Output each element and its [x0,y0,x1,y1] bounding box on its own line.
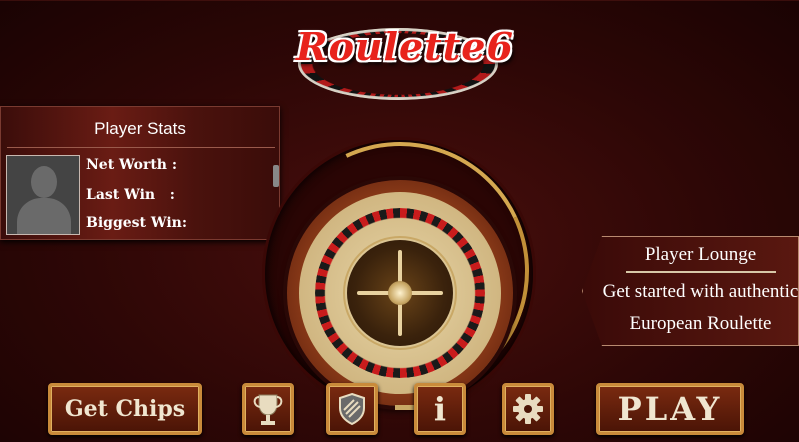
lounge-divider [626,271,776,273]
info-button[interactable]: i [414,383,466,435]
player-stats-panel[interactable]: Player Stats Net Worth : Last Win : Bigg… [0,106,280,240]
avatar[interactable] [6,155,80,235]
get-chips-button[interactable]: Get Chips [48,383,202,435]
roulette6-logo: Roulette6 [290,14,514,104]
leaderboard-button[interactable] [242,383,294,435]
avatar-head-icon [31,166,57,198]
player-lounge-title: Player Lounge [644,244,757,265]
player-stats-title: Player Stats [94,119,186,138]
get-chips-label: Get Chips [64,396,186,422]
wheel-turret-hub [388,281,412,305]
info-icon: i [433,390,447,428]
roulette-wheel [234,105,566,437]
settings-button[interactable] [502,383,554,435]
achievements-button[interactable] [326,383,378,435]
biggest-win-label: Biggest Win: [86,215,188,231]
lounge-description-line2: European Roulette [629,313,772,334]
logo-text: Roulette6 [296,24,514,69]
shield-icon [339,392,365,426]
avatar-body-icon [17,198,71,234]
top-border [0,0,799,1]
last-win-label: Last Win : [86,187,175,203]
lounge-description-line1: Get started with authentic [602,281,799,302]
net-worth-label: Net Worth : [86,157,178,173]
play-button[interactable]: PLAY [596,383,744,435]
player-lounge-panel[interactable]: Player Lounge Get started with authentic… [582,236,799,346]
stats-divider [7,147,275,148]
play-label: PLAY [617,390,723,428]
trophy-icon [253,394,283,425]
gear-icon [513,394,543,424]
info-connector [395,405,415,410]
